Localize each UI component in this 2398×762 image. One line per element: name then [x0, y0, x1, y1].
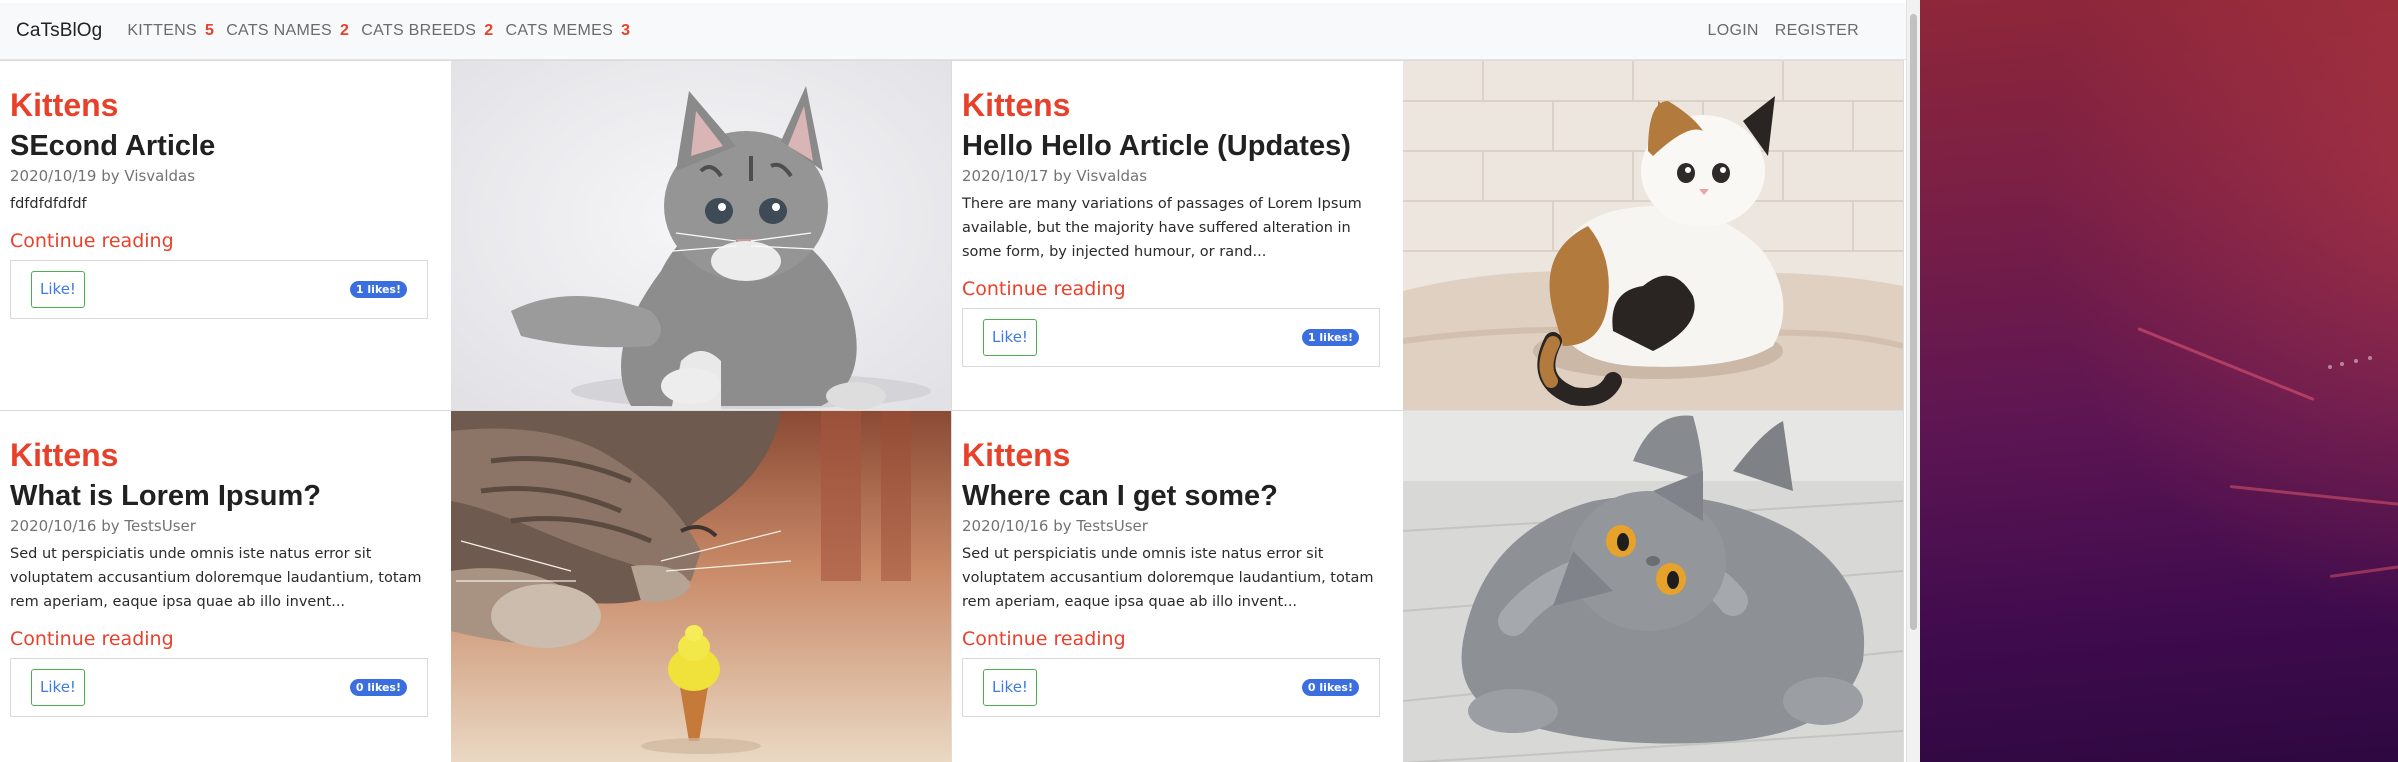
wallpaper-dot — [2328, 365, 2332, 369]
like-panel: Like! 0 likes! — [962, 658, 1380, 717]
post-text: Kittens Hello Hello Article (Updates) 20… — [962, 87, 1392, 367]
nav-link-label: KITTENS — [127, 22, 197, 39]
continue-reading-link[interactable]: Continue reading — [962, 278, 1126, 300]
nav-link-count: 2 — [484, 22, 494, 39]
post-excerpt: Sed ut perspiciatis unde omnis iste natu… — [10, 546, 422, 610]
post-title[interactable]: What is Lorem Ipsum? — [10, 477, 440, 515]
wallpaper-dot — [2368, 356, 2372, 360]
post-meta: 2020/10/16 by TestsUser — [962, 517, 1148, 535]
post-image-grey-cat[interactable] — [1403, 411, 1903, 762]
post-category[interactable]: Kittens — [10, 437, 440, 473]
nav-link-label: CATS BREEDS — [361, 22, 477, 39]
post-meta: 2020/10/17 by Visvaldas — [962, 167, 1148, 185]
posts-grid: Kittens SEcond Article 2020/10/19 by Vis… — [0, 60, 1906, 762]
wallpaper-streak — [2329, 561, 2398, 578]
post-excerpt: There are many variations of passages of… — [962, 196, 1362, 260]
post-text: Kittens SEcond Article 2020/10/19 by Vis… — [10, 87, 440, 319]
post-card: Kittens SEcond Article 2020/10/19 by Vis… — [0, 60, 952, 412]
post-image-calico-kitten[interactable] — [1403, 61, 1903, 412]
post-meta: 2020/10/16 by TestsUser — [10, 517, 196, 535]
continue-reading-link[interactable]: Continue reading — [962, 628, 1126, 650]
likes-count-badge: 0 likes! — [1301, 679, 1359, 696]
post-category[interactable]: Kittens — [962, 437, 1392, 473]
scrollbar-thumb[interactable] — [1910, 14, 1917, 630]
wallpaper-streak — [2137, 327, 2315, 402]
post-card: Kittens What is Lorem Ipsum? 2020/10/16 … — [0, 410, 952, 762]
browser-viewport: CaTsBlOg KITTENS 5 CATS NAMES 2 CATS BREED… — [0, 0, 1906, 762]
post-image-tabby-kitten[interactable] — [451, 61, 951, 412]
like-panel: Like! 1 likes! — [10, 260, 428, 319]
likes-count-badge: 1 likes! — [349, 281, 407, 298]
category-nav: KITTENS 5 CATS NAMES 2 CATS BREEDS 2 CATS M… — [127, 22, 642, 40]
page-scrollbar[interactable] — [1906, 0, 1920, 762]
continue-reading-link[interactable]: Continue reading — [10, 230, 174, 252]
like-button[interactable]: Like! — [31, 271, 85, 308]
post-category[interactable]: Kittens — [10, 87, 440, 123]
nav-link-cats-breeds[interactable]: CATS BREEDS 2 — [361, 22, 493, 40]
login-link[interactable]: LOGIN — [1708, 22, 1759, 40]
nav-link-count: 5 — [205, 22, 215, 39]
post-card: Kittens Hello Hello Article (Updates) 20… — [952, 60, 1904, 412]
likes-count-badge: 1 likes! — [1301, 329, 1359, 346]
nav-link-count: 3 — [621, 22, 631, 39]
like-button[interactable]: Like! — [983, 669, 1037, 706]
auth-links: LOGIN REGISTER — [1692, 22, 1860, 40]
post-category[interactable]: Kittens — [962, 87, 1392, 123]
post-text: Kittens What is Lorem Ipsum? 2020/10/16 … — [10, 437, 440, 717]
nav-link-cats-memes[interactable]: CATS MEMES 3 — [505, 22, 630, 40]
like-button[interactable]: Like! — [31, 669, 85, 706]
nav-link-label: CATS MEMES — [505, 22, 614, 39]
brand-logo[interactable]: CaTsBlOg — [16, 20, 102, 42]
wallpaper-streak — [2229, 485, 2398, 509]
post-meta: 2020/10/19 by Visvaldas — [10, 167, 196, 185]
post-title[interactable]: Hello Hello Article (Updates) — [962, 127, 1392, 165]
navbar: CaTsBlOg KITTENS 5 CATS NAMES 2 CATS BREED… — [0, 3, 1906, 60]
nav-link-label: CATS NAMES — [226, 22, 333, 39]
post-card: Kittens Where can I get some? 2020/10/16… — [952, 410, 1904, 762]
wallpaper-dot — [2354, 359, 2358, 363]
post-title[interactable]: SEcond Article — [10, 127, 440, 165]
continue-reading-link[interactable]: Continue reading — [10, 628, 174, 650]
like-panel: Like! 0 likes! — [10, 658, 428, 717]
desktop-wallpaper — [1920, 0, 2398, 762]
likes-count-badge: 0 likes! — [349, 679, 407, 696]
register-link[interactable]: REGISTER — [1775, 22, 1859, 40]
like-panel: Like! 1 likes! — [962, 308, 1380, 367]
nav-link-kittens[interactable]: KITTENS 5 — [127, 22, 214, 40]
post-excerpt: fdfdfdfdfdf — [10, 196, 87, 212]
wallpaper-dot — [2340, 362, 2344, 366]
like-button[interactable]: Like! — [983, 319, 1037, 356]
nav-link-cats-names[interactable]: CATS NAMES 2 — [226, 22, 349, 40]
post-image-cat-with-toy[interactable] — [451, 411, 951, 762]
post-title[interactable]: Where can I get some? — [962, 477, 1392, 515]
post-excerpt: Sed ut perspiciatis unde omnis iste natu… — [962, 546, 1374, 610]
nav-link-count: 2 — [340, 22, 350, 39]
post-text: Kittens Where can I get some? 2020/10/16… — [962, 437, 1392, 717]
